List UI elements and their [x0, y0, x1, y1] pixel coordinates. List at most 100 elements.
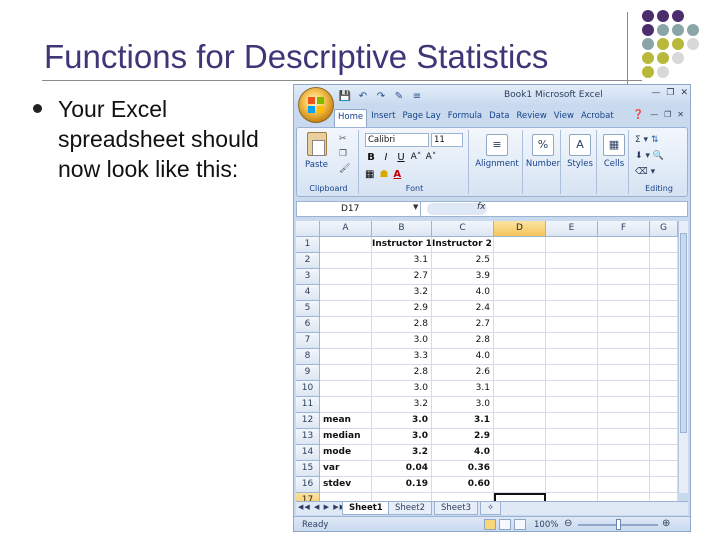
cell-b13[interactable]: 3.0 [372, 429, 432, 445]
cell-c16[interactable]: 0.60 [432, 477, 494, 493]
cell-f5[interactable] [598, 301, 650, 317]
row-header[interactable]: 8 [296, 349, 320, 365]
cell-e6[interactable] [546, 317, 598, 333]
cell-d12[interactable] [494, 413, 546, 429]
tab-insert[interactable]: Insert [368, 109, 398, 127]
row-header[interactable]: 16 [296, 477, 320, 493]
cell-e5[interactable] [546, 301, 598, 317]
insert-function-icon[interactable]: fx [477, 202, 486, 212]
cell-e3[interactable] [546, 269, 598, 285]
sheet-tab-1[interactable]: Sheet1 [342, 502, 390, 515]
cell-c12[interactable]: 3.1 [432, 413, 494, 429]
cell-a4[interactable] [320, 285, 372, 301]
cell-e2[interactable] [546, 253, 598, 269]
cell-a9[interactable] [320, 365, 372, 381]
cell-a8[interactable] [320, 349, 372, 365]
column-header[interactable]: G [650, 221, 678, 237]
fill-color-icon[interactable]: ☗ [379, 169, 388, 180]
cell-d16[interactable] [494, 477, 546, 493]
cell-f3[interactable] [598, 269, 650, 285]
cell-f11[interactable] [598, 397, 650, 413]
page-layout-view-icon[interactable] [499, 519, 511, 530]
row-header[interactable]: 9 [296, 365, 320, 381]
redo-icon[interactable]: ↷ [374, 89, 388, 103]
cell-a13[interactable]: median [320, 429, 372, 445]
cell-f10[interactable] [598, 381, 650, 397]
cell-a10[interactable] [320, 381, 372, 397]
cell-d11[interactable] [494, 397, 546, 413]
close-icon[interactable]: ✕ [680, 88, 688, 98]
save-icon[interactable]: 💾 [338, 89, 352, 103]
row-header[interactable]: 11 [296, 397, 320, 413]
font-name-field[interactable]: Calibri [365, 133, 429, 147]
cell-c2[interactable]: 2.5 [432, 253, 494, 269]
row-header[interactable]: 4 [296, 285, 320, 301]
cell-e16[interactable] [546, 477, 598, 493]
cell-b6[interactable]: 2.8 [372, 317, 432, 333]
cell-c9[interactable]: 2.6 [432, 365, 494, 381]
row-header[interactable]: 14 [296, 445, 320, 461]
paste-button[interactable]: Paste [305, 160, 328, 170]
alignment-button[interactable]: ≡ Alignment [471, 134, 523, 169]
column-header[interactable]: F [598, 221, 650, 237]
name-box-dropdown-icon[interactable]: ▼ [413, 203, 418, 211]
cell-c4[interactable]: 4.0 [432, 285, 494, 301]
font-color-icon[interactable]: A [393, 169, 401, 180]
bold-icon[interactable]: B [365, 152, 377, 163]
cut-icon[interactable]: ✂ [339, 134, 347, 144]
cell-g16[interactable] [650, 477, 678, 493]
cell-g14[interactable] [650, 445, 678, 461]
workbook-close-icon[interactable]: ✕ [677, 110, 684, 119]
row-header[interactable]: 5 [296, 301, 320, 317]
cell-d14[interactable] [494, 445, 546, 461]
minimize-icon[interactable]: — [651, 88, 660, 98]
cell-b14[interactable]: 3.2 [372, 445, 432, 461]
cell-d3[interactable] [494, 269, 546, 285]
paste-icon[interactable] [307, 132, 327, 156]
zoom-slider-thumb[interactable] [616, 519, 621, 530]
styles-button[interactable]: A Styles [563, 134, 597, 169]
cell-g6[interactable] [650, 317, 678, 333]
fill-icon[interactable]: ⬇ ▾ 🔍 [635, 148, 664, 164]
italic-icon[interactable]: I [380, 152, 392, 163]
cell-g3[interactable] [650, 269, 678, 285]
column-header[interactable]: E [546, 221, 598, 237]
column-header[interactable]: B [372, 221, 432, 237]
cell-g12[interactable] [650, 413, 678, 429]
select-all-button[interactable] [296, 221, 320, 237]
tab-formulas[interactable]: Formula [445, 109, 485, 127]
cell-e13[interactable] [546, 429, 598, 445]
sheet-tab-2[interactable]: Sheet2 [388, 502, 432, 515]
cell-f13[interactable] [598, 429, 650, 445]
cell-d2[interactable] [494, 253, 546, 269]
cell-f1[interactable] [598, 237, 650, 253]
cell-g13[interactable] [650, 429, 678, 445]
customize-qat-icon[interactable]: ≡ [410, 89, 424, 103]
cell-b2[interactable]: 3.1 [372, 253, 432, 269]
tab-review[interactable]: Review [513, 109, 549, 127]
cell-a11[interactable] [320, 397, 372, 413]
cell-c8[interactable]: 4.0 [432, 349, 494, 365]
copy-icon[interactable]: ❐ [339, 149, 347, 159]
cell-d4[interactable] [494, 285, 546, 301]
undo-icon[interactable]: ↶ [356, 89, 370, 103]
cell-b7[interactable]: 3.0 [372, 333, 432, 349]
cell-d13[interactable] [494, 429, 546, 445]
cell-e1[interactable] [546, 237, 598, 253]
cell-b10[interactable]: 3.0 [372, 381, 432, 397]
cell-d5[interactable] [494, 301, 546, 317]
cell-b5[interactable]: 2.9 [372, 301, 432, 317]
zoom-in-icon[interactable]: ⊕ [662, 518, 670, 529]
cell-d6[interactable] [494, 317, 546, 333]
cell-b1[interactable]: Instructor 1 [372, 237, 432, 253]
cell-a3[interactable] [320, 269, 372, 285]
row-header[interactable]: 10 [296, 381, 320, 397]
cell-f6[interactable] [598, 317, 650, 333]
tab-acrobat[interactable]: Acrobat [578, 109, 617, 127]
autosum-icon[interactable]: Σ ▾ ⇅ [635, 132, 664, 148]
cells-button[interactable]: ▦ Cells [599, 134, 629, 169]
underline-icon[interactable]: U [395, 152, 407, 163]
cell-b9[interactable]: 2.8 [372, 365, 432, 381]
cell-g10[interactable] [650, 381, 678, 397]
cell-b11[interactable]: 3.2 [372, 397, 432, 413]
